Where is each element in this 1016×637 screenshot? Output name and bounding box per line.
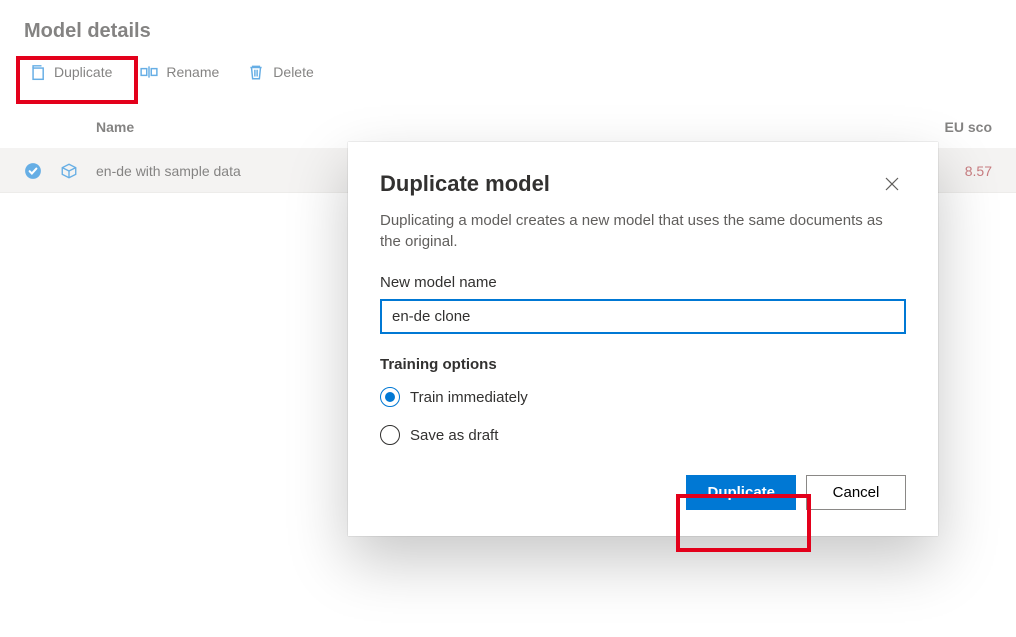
radio-save-as-draft[interactable]: Save as draft <box>380 425 906 445</box>
training-options-group: Train immediately Save as draft <box>380 387 906 445</box>
training-options-label: Training options <box>380 356 906 373</box>
dialog-cancel-button[interactable]: Cancel <box>806 475 906 510</box>
duplicate-model-dialog: Duplicate model Duplicating a model crea… <box>348 142 938 536</box>
dialog-title: Duplicate model <box>380 171 550 197</box>
close-icon <box>885 177 899 191</box>
new-model-name-label: New model name <box>380 274 906 291</box>
dialog-duplicate-button[interactable]: Duplicate <box>686 475 796 510</box>
new-model-name-input[interactable] <box>380 299 906 334</box>
close-button[interactable] <box>878 170 906 198</box>
radio-save-as-draft-label: Save as draft <box>410 427 498 444</box>
radio-train-immediately-label: Train immediately <box>410 389 528 406</box>
dialog-description: Duplicating a model creates a new model … <box>380 210 906 252</box>
radio-unchecked-icon <box>380 425 400 445</box>
radio-checked-icon <box>380 387 400 407</box>
radio-train-immediately[interactable]: Train immediately <box>380 387 906 407</box>
